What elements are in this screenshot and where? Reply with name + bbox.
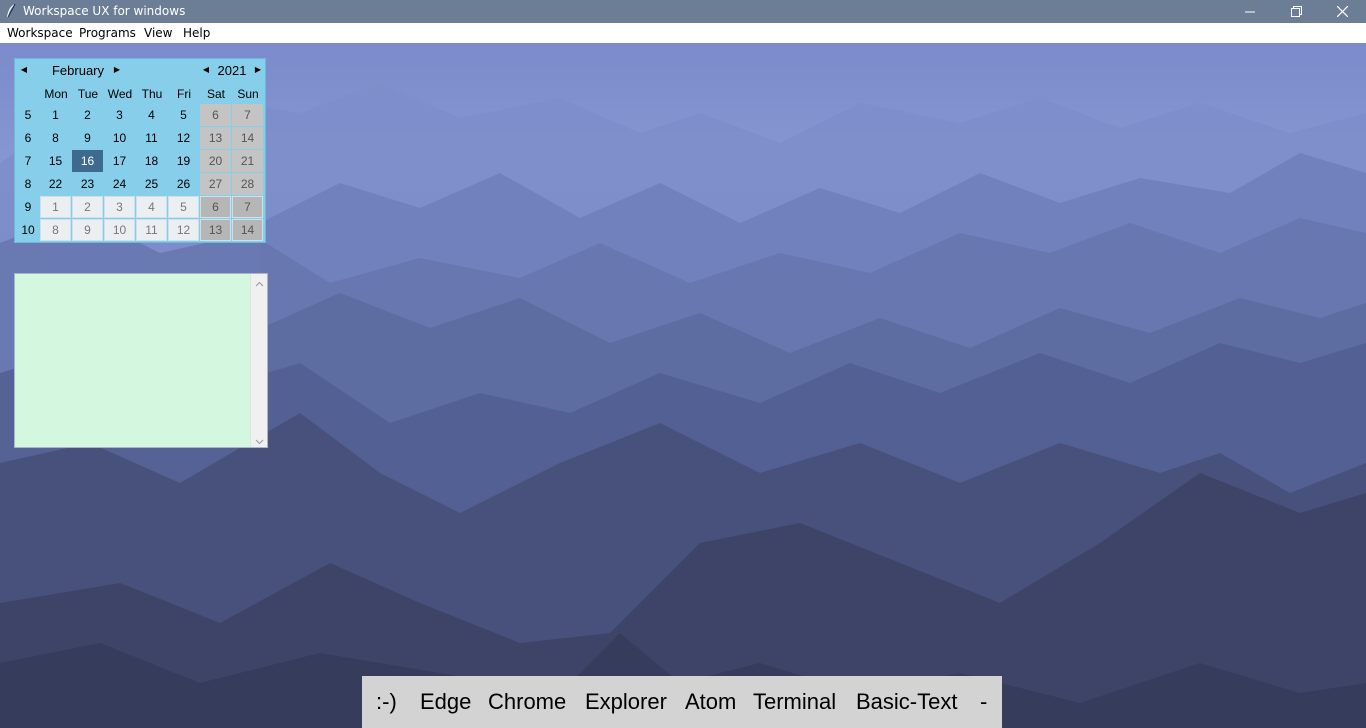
calendar-day[interactable]: 25	[136, 173, 167, 195]
calendar-day[interactable]: 10	[104, 219, 135, 241]
close-icon	[1336, 6, 1348, 17]
menu-bar: Workspace Programs View Help	[0, 23, 1366, 43]
taskbar-atom[interactable]: Atom	[685, 689, 736, 715]
close-button[interactable]	[1319, 0, 1365, 23]
calendar-day[interactable]: 11	[136, 219, 167, 241]
scroll-up-icon[interactable]	[255, 278, 264, 287]
taskbar-terminal[interactable]: Terminal	[753, 689, 836, 715]
calendar-day[interactable]: 27	[200, 173, 231, 195]
taskbar-explorer[interactable]: Explorer	[585, 689, 667, 715]
calendar-day[interactable]: 12	[168, 219, 199, 241]
day-header: Sun	[237, 87, 259, 101]
calendar-day[interactable]: 20	[200, 150, 231, 172]
calendar-day[interactable]: 13	[200, 127, 231, 149]
calendar-day[interactable]: 14	[232, 127, 263, 149]
menu-programs[interactable]: Programs	[79, 26, 136, 40]
day-header: Fri	[177, 87, 191, 101]
next-month-icon[interactable]: ▶	[112, 63, 122, 77]
week-number: 9	[24, 200, 32, 214]
calendar-day[interactable]: 3	[104, 104, 135, 126]
calendar-day[interactable]: 7	[232, 196, 263, 218]
calendar-day[interactable]: 14	[232, 219, 263, 241]
taskbar-chrome[interactable]: Chrome	[488, 689, 566, 715]
minimize-button[interactable]	[1227, 0, 1273, 23]
menu-help[interactable]: Help	[183, 26, 210, 40]
minimize-icon	[1244, 6, 1256, 17]
prev-month-icon[interactable]: ◀	[19, 63, 29, 77]
calendar-day[interactable]: 12	[168, 127, 199, 149]
calendar-day[interactable]: 17	[104, 150, 135, 172]
calendar-day[interactable]: 5	[168, 196, 199, 218]
calendar-day[interactable]: 4	[136, 104, 167, 126]
calendar-day[interactable]: 22	[40, 173, 71, 195]
menu-workspace[interactable]: Workspace	[7, 26, 73, 40]
calendar-day[interactable]: 4	[136, 196, 167, 218]
taskbar-basic-text[interactable]: Basic-Text	[856, 689, 957, 715]
feather-icon	[4, 3, 18, 19]
prev-year-icon[interactable]: ◀	[201, 63, 211, 77]
calendar-day[interactable]: 1	[40, 104, 71, 126]
day-header: Tue	[77, 87, 99, 101]
calendar-day[interactable]: 5	[168, 104, 199, 126]
calendar-day[interactable]: 6	[200, 104, 231, 126]
restore-icon	[1290, 6, 1302, 17]
calendar-month: February	[51, 63, 105, 78]
week-number: 10	[21, 223, 35, 237]
title-bar: Workspace UX for windows	[0, 0, 1366, 23]
notes-panel	[14, 273, 268, 448]
taskbar-smiley[interactable]: :-)	[376, 689, 397, 715]
week-number: 5	[24, 108, 32, 122]
menu-view[interactable]: View	[144, 26, 172, 40]
calendar-widget: ◀ February ▶ ◀ 2021 ▶ Mon Tue Wed Thu Fr…	[14, 58, 266, 243]
calendar-day[interactable]: 8	[40, 219, 71, 241]
calendar-day[interactable]: 7	[232, 104, 263, 126]
day-header: Sat	[206, 87, 225, 101]
week-number: 7	[24, 154, 32, 168]
calendar-day[interactable]: 19	[168, 150, 199, 172]
day-header: Wed	[107, 87, 133, 101]
day-header: Thu	[141, 87, 163, 101]
calendar-day[interactable]: 26	[168, 173, 199, 195]
calendar-day[interactable]: 6	[200, 196, 231, 218]
window-title: Workspace UX for windows	[23, 4, 186, 18]
notes-scrollbar[interactable]	[250, 274, 267, 447]
calendar-day[interactable]: 18	[136, 150, 167, 172]
calendar-day[interactable]: 28	[232, 173, 263, 195]
calendar-day[interactable]: 9	[72, 219, 103, 241]
calendar-day[interactable]: 15	[40, 150, 71, 172]
taskbar-minimize[interactable]: -	[980, 689, 987, 715]
calendar-day[interactable]: 21	[232, 150, 263, 172]
calendar-day[interactable]: 23	[72, 173, 103, 195]
notes-textarea[interactable]	[17, 276, 248, 445]
calendar-day[interactable]: 13	[200, 219, 231, 241]
calendar-day[interactable]: 8	[40, 127, 71, 149]
calendar-day-selected[interactable]: 16	[72, 150, 103, 172]
maximize-button[interactable]	[1273, 0, 1319, 23]
taskbar: :-) Edge Chrome Explorer Atom Terminal B…	[362, 676, 1002, 728]
calendar-day[interactable]: 3	[104, 196, 135, 218]
calendar-day[interactable]: 10	[104, 127, 135, 149]
calendar-day[interactable]: 11	[136, 127, 167, 149]
calendar-day[interactable]: 9	[72, 127, 103, 149]
scroll-down-icon[interactable]	[255, 435, 264, 445]
calendar-day[interactable]: 2	[72, 196, 103, 218]
calendar-day[interactable]: 2	[72, 104, 103, 126]
calendar-day[interactable]: 24	[104, 173, 135, 195]
calendar-year: 2021	[217, 63, 247, 78]
taskbar-edge[interactable]: Edge	[420, 689, 471, 715]
week-number: 8	[24, 177, 32, 191]
calendar-day[interactable]: 1	[40, 196, 71, 218]
next-year-icon[interactable]: ▶	[253, 63, 263, 77]
week-number: 6	[24, 131, 32, 145]
day-header: Mon	[44, 87, 68, 101]
